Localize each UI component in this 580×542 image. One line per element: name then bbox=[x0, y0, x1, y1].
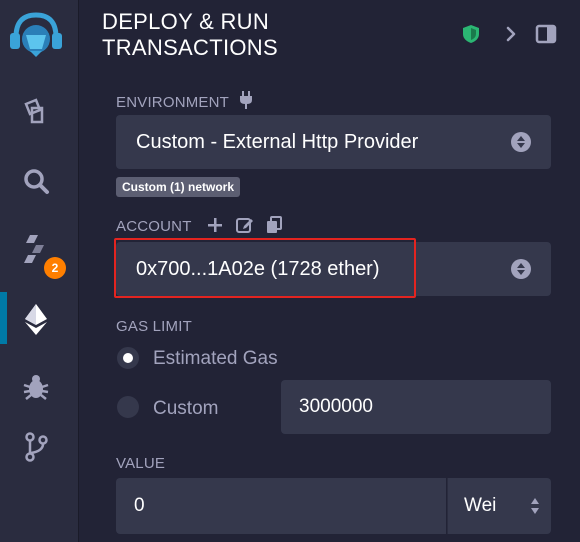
estimated-gas-label: Estimated Gas bbox=[153, 348, 278, 369]
title-line-2: TRANSACTIONS bbox=[102, 35, 278, 60]
network-badge: Custom (1) network bbox=[116, 177, 241, 197]
compiler-badge: 2 bbox=[44, 257, 66, 279]
unit-arrows-icon bbox=[531, 498, 539, 514]
custom-gas-label: Custom bbox=[153, 398, 219, 419]
account-value: 0x700...1A02e (1728 ether) bbox=[136, 257, 380, 280]
edit-icon[interactable] bbox=[236, 216, 254, 234]
plug-icon bbox=[240, 91, 253, 109]
custom-gas-value: 3000000 bbox=[299, 396, 373, 417]
estimated-gas-radio[interactable] bbox=[117, 347, 139, 369]
value-label: VALUE bbox=[116, 455, 166, 472]
select-arrows-icon bbox=[511, 259, 531, 279]
debugger-icon[interactable] bbox=[0, 360, 72, 414]
gas-limit-label: GAS LIMIT bbox=[116, 318, 192, 335]
environment-select[interactable]: Custom - External Http Provider bbox=[116, 115, 551, 169]
deploy-run-icon[interactable] bbox=[0, 292, 72, 346]
panel-toggle-icon[interactable] bbox=[534, 22, 558, 46]
value-input[interactable]: 0 bbox=[116, 478, 446, 534]
add-account-icon[interactable] bbox=[206, 216, 224, 234]
icon-sidebar: 2 bbox=[0, 0, 79, 542]
search-icon[interactable] bbox=[0, 154, 72, 208]
remix-logo-icon[interactable] bbox=[0, 6, 72, 60]
unit-select[interactable]: Wei bbox=[447, 478, 551, 534]
custom-gas-input[interactable]: 3000000 bbox=[281, 380, 551, 434]
unit-value: Wei bbox=[464, 495, 497, 516]
account-select[interactable]: 0x700...1A02e (1728 ether) bbox=[116, 242, 551, 296]
environment-label-text: ENVIRONMENT bbox=[116, 94, 229, 111]
git-icon[interactable] bbox=[0, 420, 72, 474]
custom-gas-radio[interactable] bbox=[117, 396, 139, 418]
deploy-run-panel: DEPLOY & RUN TRANSACTIONS ENVIRONMENT Cu… bbox=[79, 0, 580, 542]
file-explorer-icon[interactable] bbox=[0, 84, 72, 138]
environment-label: ENVIRONMENT bbox=[116, 91, 253, 111]
page-title: DEPLOY & RUN TRANSACTIONS bbox=[102, 9, 312, 61]
chevron-right-icon[interactable] bbox=[499, 22, 523, 46]
shield-icon[interactable] bbox=[459, 22, 483, 46]
copy-icon[interactable] bbox=[265, 216, 283, 234]
title-line-1: DEPLOY & RUN bbox=[102, 9, 270, 34]
account-label: ACCOUNT bbox=[116, 218, 192, 235]
select-arrows-icon bbox=[511, 132, 531, 152]
environment-value: Custom - External Http Provider bbox=[136, 130, 419, 153]
value-amount: 0 bbox=[134, 495, 145, 516]
